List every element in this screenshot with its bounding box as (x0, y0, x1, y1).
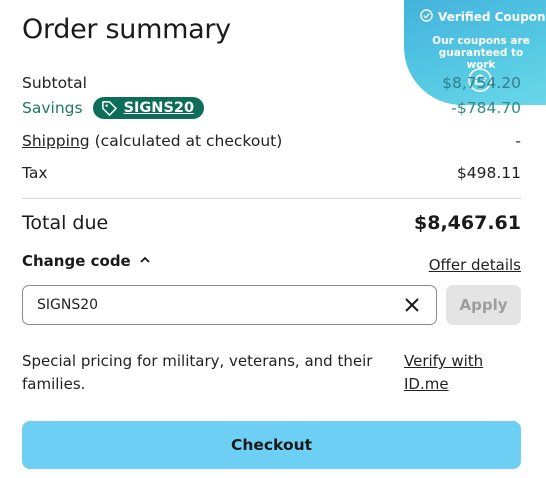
badge-subtitle: Our coupons are guaranteed to work (432, 35, 530, 71)
change-code-label: Change code (22, 252, 131, 270)
total-row: Total due $8,467.61 (22, 212, 521, 234)
badge-title-row: Verified Coupon (420, 9, 546, 25)
subtotal-label: Subtotal (22, 74, 87, 92)
coupon-code-label: SIGNS20 (123, 100, 195, 116)
subtotal-value: $8,754.20 (442, 74, 521, 92)
verify-idme-link[interactable]: Verify with ID.me (404, 350, 514, 396)
tax-label: Tax (22, 164, 48, 182)
subtotal-row: Subtotal $8,754.20 (22, 74, 521, 92)
shipping-row: Shipping (calculated at checkout) - (22, 132, 521, 150)
coupon-code-pill[interactable]: SIGNS20 (92, 97, 205, 119)
check-circle-icon (420, 9, 433, 25)
shipping-value: - (515, 132, 521, 150)
shipping-link[interactable]: Shipping (22, 132, 90, 150)
total-value: $8,467.61 (414, 212, 521, 234)
page-title: Order summary (22, 14, 231, 45)
savings-value: -$784.70 (451, 99, 521, 117)
badge-title: Verified Coupon (438, 10, 546, 24)
savings-row: Savings SIGNS20 -$784.70 (22, 97, 521, 119)
tax-value: $498.11 (456, 164, 521, 182)
divider (22, 198, 521, 199)
offer-details-link[interactable]: Offer details (429, 256, 521, 274)
savings-label: Savings (22, 99, 83, 117)
change-code-toggle[interactable]: Change code (22, 252, 151, 270)
total-label: Total due (22, 212, 109, 234)
coupon-code-input[interactable] (22, 285, 437, 325)
apply-button[interactable]: Apply (446, 285, 521, 325)
chevron-up-icon (139, 252, 151, 270)
tax-row: Tax $498.11 (22, 164, 521, 182)
close-icon[interactable] (400, 293, 424, 317)
shipping-note: (calculated at checkout) (94, 132, 283, 150)
checkout-button[interactable]: Checkout (22, 421, 521, 469)
special-pricing-text: Special pricing for military, veterans, … (22, 352, 373, 393)
tag-icon (101, 100, 118, 117)
